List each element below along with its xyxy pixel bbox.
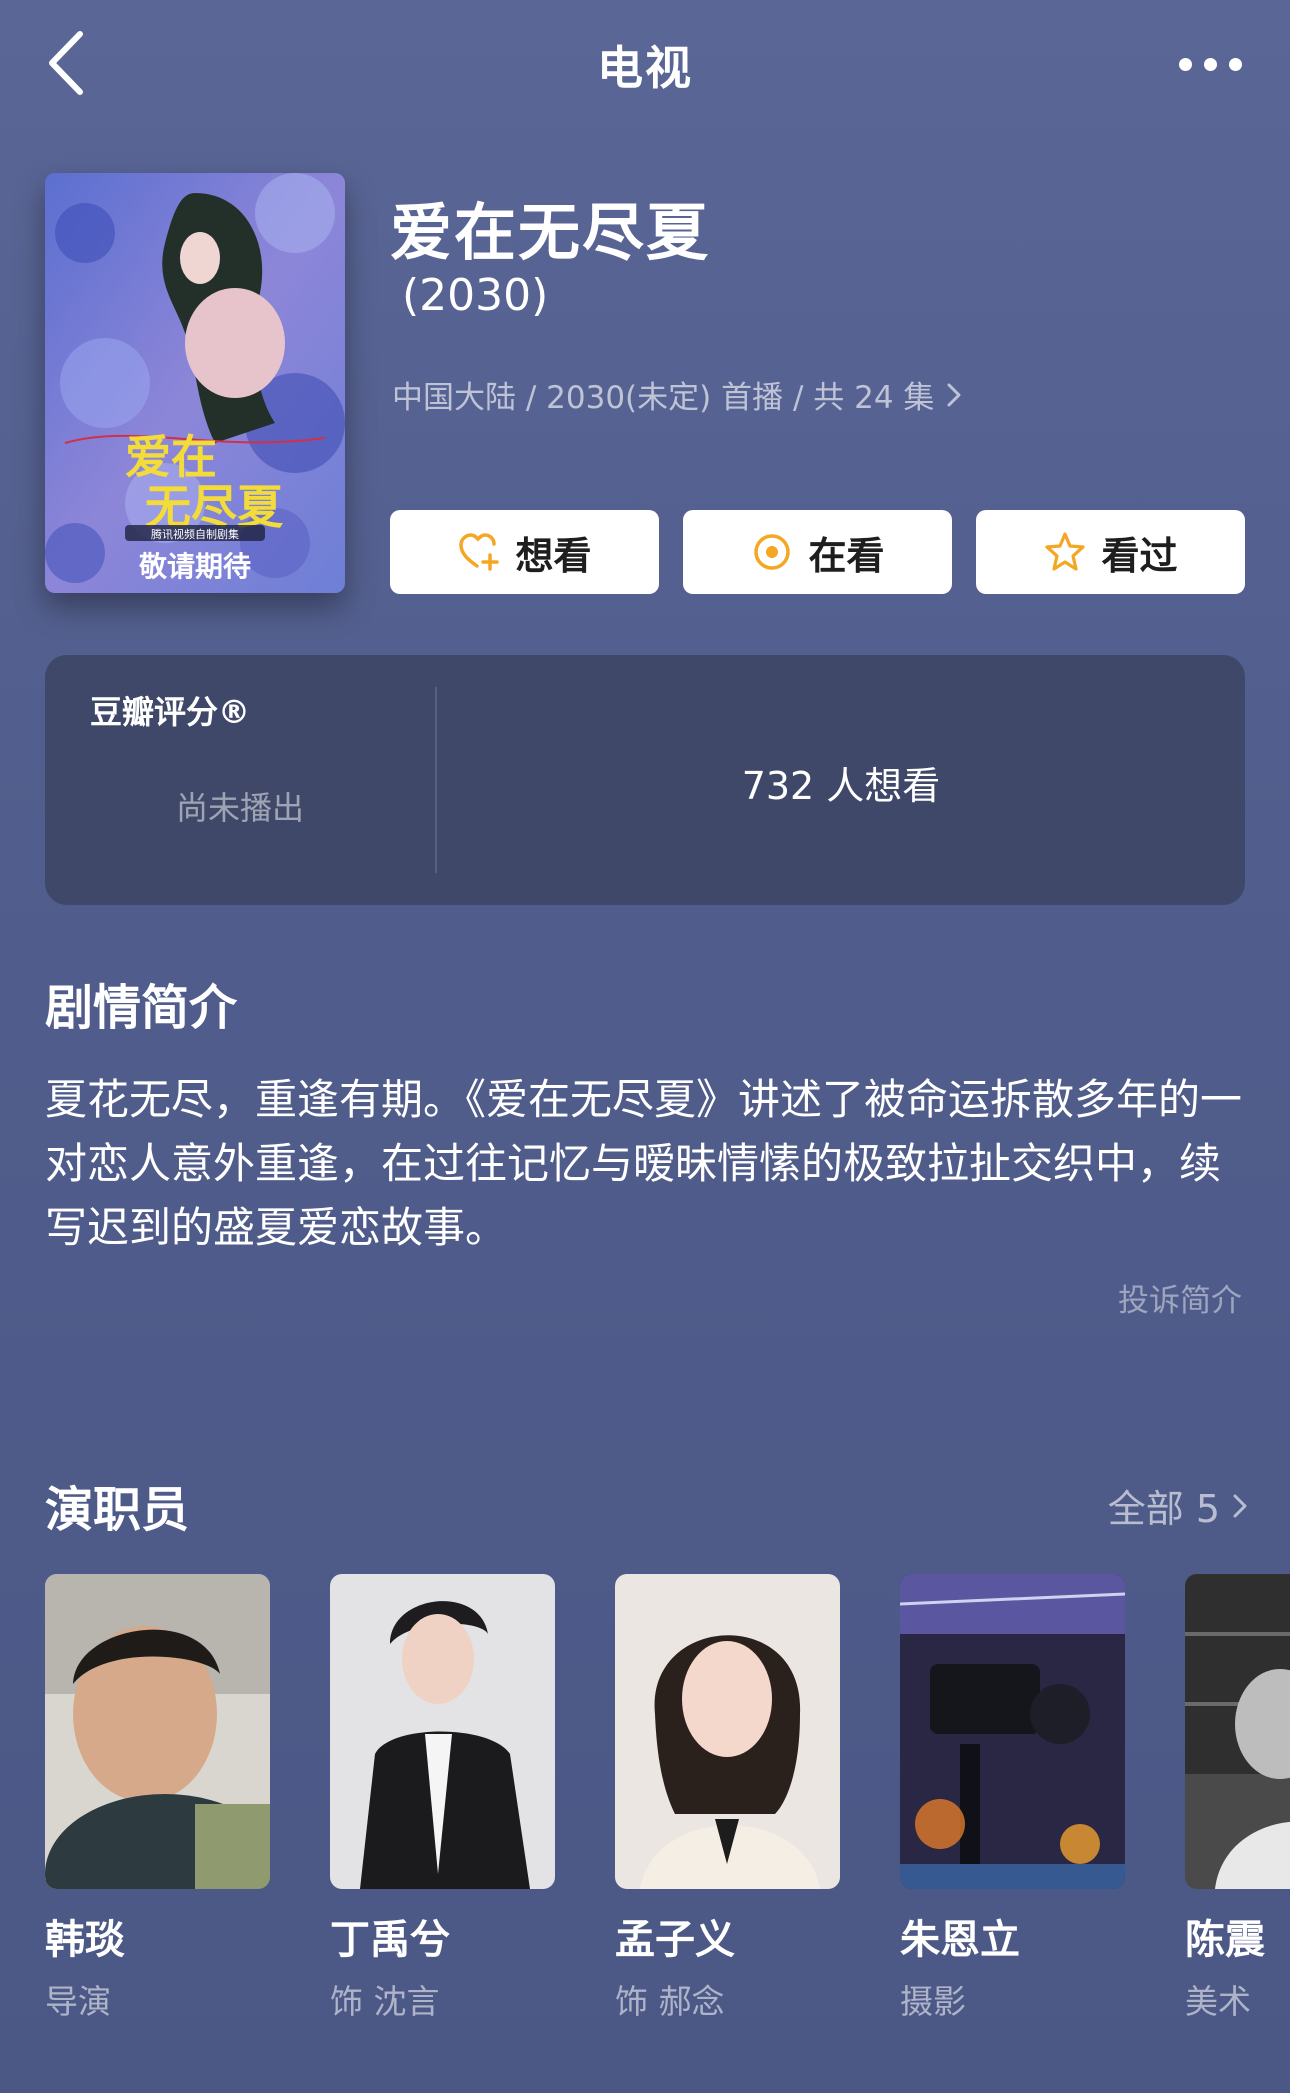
cast-role: 导演 [45,1982,111,2021]
want-to-watch-button[interactable]: 想看 [390,510,659,594]
movie-title: 爱在无尽夏 [390,196,711,269]
cast-name: 孟子义 [615,1917,735,1963]
cast-photo [1185,1574,1290,1889]
poster-image[interactable]: 爱在 无尽夏 腾讯视频自制剧集 敬请期待 [45,173,345,593]
movie-meta-link[interactable]: 中国大陆 / 2030(未定) 首播 / 共 24 集 [392,372,964,417]
chevron-right-icon [1233,1494,1247,1517]
cast-name: 陈震 [1185,1917,1265,1963]
cast-photo [900,1574,1125,1889]
top-nav: 电视 [0,0,1290,130]
cast-role: 饰 沈言 [330,1982,440,2021]
action-buttons: 想看 在看 看过 [390,510,1245,594]
movie-year: (2030) [402,270,549,321]
cast-item[interactable]: 孟子义 饰 郝念 [615,1574,840,2023]
cast-photo [330,1574,555,1889]
cast-item[interactable]: 丁禹兮 饰 沈言 [330,1574,555,2023]
poster-subtitle: 腾讯视频自制剧集 [151,527,239,541]
cast-name: 韩琰 [45,1917,125,1963]
want-to-watch-label: 想看 [515,533,592,578]
rating-card[interactable]: 豆瓣评分® 尚未播出 732 人想看 [45,655,1245,905]
report-synopsis-link[interactable]: 投诉简介 [1118,1275,1242,1320]
chevron-right-icon [947,383,961,406]
poster-tagline: 敬请期待 [138,550,251,583]
movie-detail-page: 电视 爱在 无尽夏 腾讯视频自制剧集 敬请期待 爱在无尽夏 (2030) 中国大… [0,0,1290,2093]
watching-button[interactable]: 在看 [683,510,952,594]
cast-photo [615,1574,840,1889]
cast-item[interactable]: 陈震 美术 [1185,1574,1290,2023]
want-count: 732 人想看 [741,764,941,808]
svg-text:爱在: 爱在 [125,430,217,484]
watching-label: 在看 [808,533,885,578]
cast-role: 摄影 [900,1982,966,2021]
cast-role: 美术 [1185,1982,1251,2021]
more-dot-icon [1178,57,1192,71]
more-dot-icon [1228,57,1242,71]
heart-plus-icon [459,533,500,571]
cast-name: 朱恩立 [900,1917,1020,1963]
more-button[interactable] [1170,44,1250,84]
movie-meta-text: 中国大陆 / 2030(未定) 首播 / 共 24 集 [392,380,935,416]
cast-title: 演职员 [45,1482,190,1538]
cast-item[interactable]: 韩琰 导演 [45,1574,270,2023]
cast-list[interactable]: 韩琰 导演 丁禹兮 饰 沈言 孟子义 饰 郝念 朱恩立 摄影 陈震 美术 [45,1574,1290,2034]
cast-all-label: 全部 5 [1107,1487,1220,1531]
cast-name: 丁禹兮 [330,1917,450,1963]
target-circle-icon [754,534,791,570]
rating-status: 尚未播出 [175,789,304,827]
rating-label: 豆瓣评分® [90,693,251,731]
cast-role: 饰 郝念 [615,1982,725,2021]
watched-button[interactable]: 看过 [976,510,1245,594]
star-icon [1045,532,1086,571]
cast-photo [45,1574,270,1889]
synopsis-title: 剧情简介 [45,980,238,1036]
watched-label: 看过 [1101,533,1178,578]
cast-item[interactable]: 朱恩立 摄影 [900,1574,1125,2023]
cast-all-link[interactable]: 全部 5 [1108,1478,1250,1533]
more-dot-icon [1203,57,1217,71]
nav-title: 电视 [597,41,693,95]
synopsis-text[interactable]: 夏花无尽，重逢有期。《爱在无尽夏》讲述了被命运拆散多年的一对恋人意外重逢，在过往… [45,1068,1245,1260]
